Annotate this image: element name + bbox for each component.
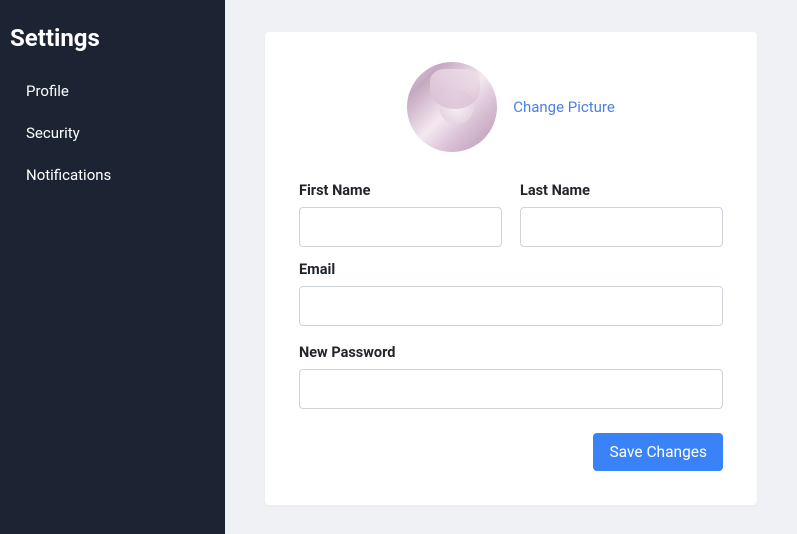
save-changes-button[interactable]: Save Changes <box>593 433 723 471</box>
sidebar-item-security[interactable]: Security <box>0 112 225 154</box>
last-name-input[interactable] <box>520 207 723 247</box>
email-label: Email <box>299 261 723 278</box>
sidebar: Settings Profile Security Notifications <box>0 0 225 534</box>
sidebar-item-notifications[interactable]: Notifications <box>0 154 225 196</box>
profile-card: Change Picture First Name Last Name Emai… <box>265 32 757 505</box>
first-name-input[interactable] <box>299 207 502 247</box>
new-password-input[interactable] <box>299 369 723 409</box>
first-name-field: First Name <box>299 182 502 247</box>
first-name-label: First Name <box>299 182 502 199</box>
email-input[interactable] <box>299 286 723 326</box>
main-content: Change Picture First Name Last Name Emai… <box>225 0 797 534</box>
last-name-label: Last Name <box>520 182 723 199</box>
email-field: Email <box>299 261 723 326</box>
password-field: New Password <box>299 344 723 409</box>
avatar <box>407 62 497 152</box>
settings-title: Settings <box>0 0 225 62</box>
button-row: Save Changes <box>299 433 723 471</box>
change-picture-button[interactable]: Change Picture <box>513 98 615 116</box>
new-password-label: New Password <box>299 344 723 361</box>
avatar-row: Change Picture <box>299 62 723 152</box>
last-name-field: Last Name <box>520 182 723 247</box>
name-row: First Name Last Name <box>299 182 723 261</box>
nav-list: Profile Security Notifications <box>0 62 225 204</box>
sidebar-item-profile[interactable]: Profile <box>0 70 225 112</box>
